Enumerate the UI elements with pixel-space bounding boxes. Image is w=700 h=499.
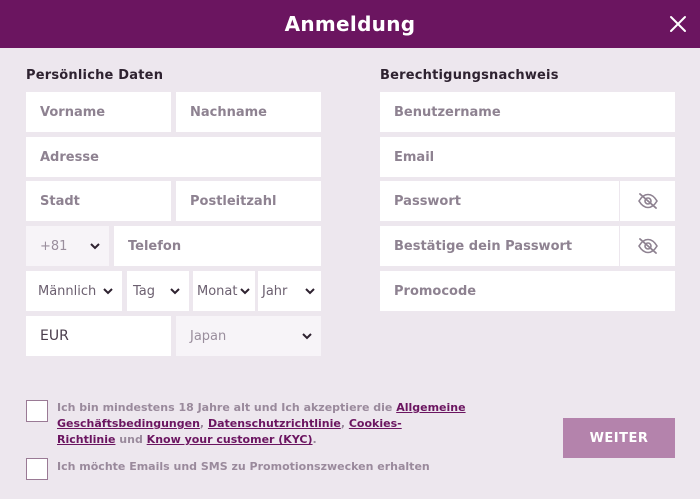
zip-input[interactable]: Postleitzahl xyxy=(176,181,321,221)
username-input[interactable]: Benutzername xyxy=(380,92,675,132)
promocode-input[interactable]: Promocode xyxy=(380,271,675,311)
day-select[interactable]: Tag xyxy=(127,271,189,311)
terms-link-part2[interactable]: Geschäftsbedingungen xyxy=(57,417,200,430)
address-input[interactable]: Adresse xyxy=(26,137,321,177)
privacy-link[interactable]: Datenschutzrichtlinie xyxy=(208,417,341,430)
cookies-link-part2[interactable]: Richtlinie xyxy=(57,433,115,446)
marketing-text: Ich möchte Emails und SMS zu Promotionsz… xyxy=(57,460,430,473)
password-placeholder: Passwort xyxy=(394,193,461,209)
phone-prefix-value: +81 xyxy=(40,238,68,254)
country-select[interactable]: Japan xyxy=(176,316,321,356)
toggle-confirm-password-visibility[interactable] xyxy=(619,226,675,266)
separator-2: , xyxy=(340,417,349,430)
chevron-down-icon xyxy=(240,288,250,295)
day-value: Tag xyxy=(133,283,156,299)
period: . xyxy=(312,433,317,446)
marketing-checkbox[interactable] xyxy=(26,458,48,480)
modal-title: Anmeldung xyxy=(284,12,416,36)
cookies-link-part1[interactable]: Cookies- xyxy=(349,417,402,430)
year-select[interactable]: Jahr xyxy=(258,271,321,311)
kyc-link[interactable]: Know your customer (KYC) xyxy=(147,433,313,446)
email-input[interactable]: Email xyxy=(380,137,675,177)
and-text: und xyxy=(115,433,147,446)
chevron-down-icon xyxy=(103,288,113,295)
eye-off-icon xyxy=(637,193,658,209)
phone-prefix-select[interactable]: +81 xyxy=(26,226,109,266)
year-value: Jahr xyxy=(262,283,288,299)
close-icon[interactable] xyxy=(666,12,690,36)
city-input[interactable]: Stadt xyxy=(26,181,171,221)
chevron-down-icon xyxy=(305,288,315,295)
chevron-down-icon xyxy=(302,333,312,340)
month-select[interactable]: Monat xyxy=(193,271,255,311)
terms-link-part1[interactable]: Allgemeine xyxy=(396,401,465,414)
first-name-input[interactable]: Vorname xyxy=(26,92,171,132)
chevron-down-icon xyxy=(170,288,180,295)
terms-text: Ich bin mindestens 18 Jahre alt und Ich … xyxy=(57,400,467,448)
phone-input[interactable]: Telefon xyxy=(114,226,321,266)
eye-off-icon xyxy=(637,238,658,254)
section-title-personal: Persönliche Daten xyxy=(26,68,164,83)
currency-field: EUR xyxy=(26,316,171,356)
last-name-input[interactable]: Nachname xyxy=(176,92,321,132)
gender-value: Männlich xyxy=(38,283,97,299)
terms-prefix: Ich bin mindestens 18 Jahre alt und Ich … xyxy=(57,401,397,414)
next-button[interactable]: WEITER xyxy=(563,418,675,458)
confirm-password-field[interactable]: Bestätige dein Passwort xyxy=(380,226,675,266)
month-value: Monat xyxy=(197,283,238,299)
modal-header: Anmeldung xyxy=(0,0,700,48)
country-value: Japan xyxy=(190,328,227,344)
password-field[interactable]: Passwort xyxy=(380,181,675,221)
gender-select[interactable]: Männlich xyxy=(26,271,122,311)
confirm-password-placeholder: Bestätige dein Passwort xyxy=(394,238,573,254)
terms-checkbox[interactable] xyxy=(26,400,48,422)
section-title-credentials: Berechtigungsnachweis xyxy=(380,68,559,83)
toggle-password-visibility[interactable] xyxy=(619,181,675,221)
chevron-down-icon xyxy=(90,243,100,250)
separator-1: , xyxy=(199,417,208,430)
